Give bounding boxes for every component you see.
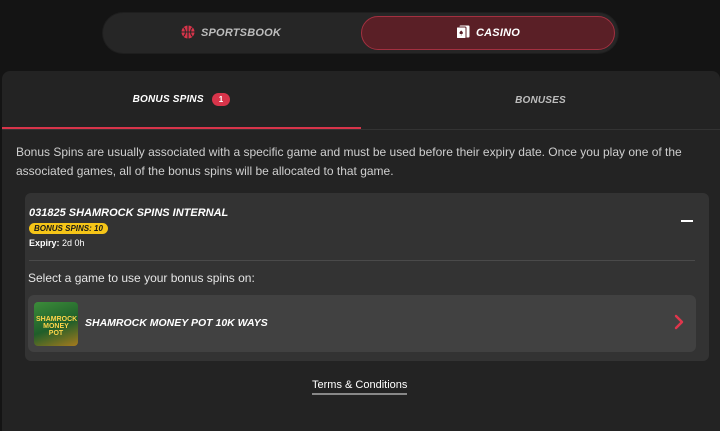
product-switch: SPORTSBOOK CASINO — [103, 13, 618, 53]
card-divider — [29, 260, 695, 261]
terms-and-conditions-link[interactable]: Terms & Conditions — [312, 379, 408, 395]
sportsbook-button[interactable]: SPORTSBOOK — [106, 16, 356, 50]
game-item[interactable]: SHAMROCK MONEY POT SHAMROCK MONEY POT 10… — [28, 295, 696, 352]
bonus-spins-count-badge: 1 — [211, 92, 231, 106]
tab-bonuses[interactable]: BONUSES — [361, 71, 720, 129]
bonus-card: 031825 SHAMROCK SPINS INTERNAL BONUS SPI… — [25, 193, 709, 361]
game-name: SHAMROCK MONEY POT 10K WAYS — [85, 317, 268, 329]
bonus-spins-description: Bonus Spins are usually associated with … — [16, 145, 682, 178]
sportsbook-label: SPORTSBOOK — [200, 27, 282, 39]
expiry-label: Expiry: — [29, 238, 60, 248]
bonus-title: 031825 SHAMROCK SPINS INTERNAL — [29, 207, 229, 219]
minus-icon[interactable] — [681, 215, 693, 229]
expiry-info: Expiry: 2d 0h — [29, 238, 85, 248]
tab-bar: BONUS SPINS 1 BONUSES — [2, 71, 720, 130]
chevron-right-icon[interactable] — [674, 314, 684, 335]
playing-cards-icon — [456, 25, 470, 42]
bonus-panel: BONUS SPINS 1 BONUSES Bonus Spins are us… — [2, 71, 720, 431]
tab-bonus-spins-label: BONUS SPINS — [132, 93, 204, 105]
tab-bonus-spins[interactable]: BONUS SPINS 1 — [2, 71, 361, 129]
game-thumbnail-logo: SHAMROCK MONEY POT — [36, 316, 78, 337]
casino-label: CASINO — [476, 27, 520, 39]
select-game-label: Select a game to use your bonus spins on… — [28, 271, 255, 285]
spins-count-badge: BONUS SPINS: 10 — [29, 223, 108, 234]
game-thumbnail: SHAMROCK MONEY POT — [34, 302, 78, 346]
basketball-icon — [181, 25, 195, 42]
expiry-value: 2d 0h — [62, 238, 85, 248]
tab-bonuses-label: BONUSES — [515, 94, 566, 106]
casino-button[interactable]: CASINO — [361, 16, 615, 50]
